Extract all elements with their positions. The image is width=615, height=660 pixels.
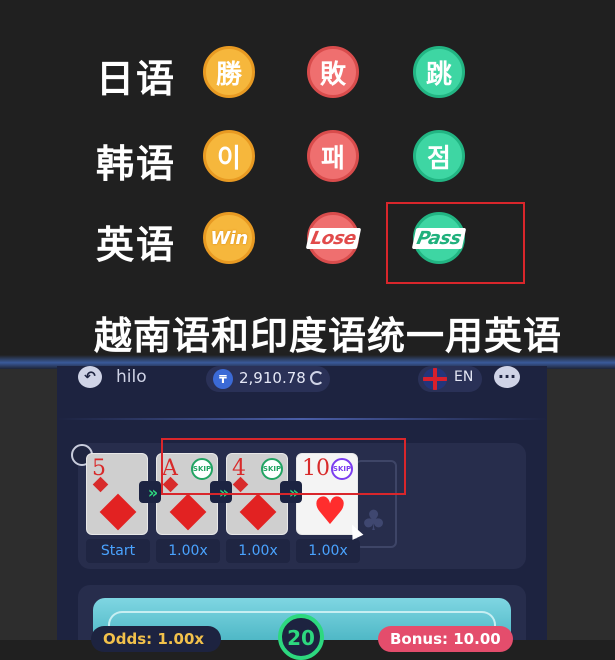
odds-pill: Odds: 1.00x (91, 626, 221, 652)
multiplier-3: 1.00x (296, 539, 360, 563)
currency-icon: ₸ (213, 369, 233, 389)
refresh-icon[interactable] (310, 371, 324, 385)
uk-flag-icon (423, 368, 447, 390)
bonus-pill: Bonus: 10.00 (378, 626, 513, 652)
diamond-icon (239, 493, 277, 531)
language-note: 越南语和印度语统一用英语 (94, 314, 563, 358)
coin-text: Win (210, 227, 248, 249)
row-label-korean: 韩语 (96, 142, 177, 186)
row-label-japanese: 日语 (96, 57, 177, 101)
row-label-english: 英语 (96, 223, 177, 267)
pass-highlight-box (386, 202, 525, 284)
coin-text: 패 (321, 143, 345, 174)
coin-text: Lose (305, 227, 361, 249)
game-title: hilo (116, 367, 147, 387)
club-icon: ♣ (361, 504, 387, 537)
english-lose-coin: Lose (305, 212, 361, 264)
language-label: EN (454, 369, 474, 385)
countdown-timer: 20 (278, 614, 324, 660)
heart-icon: ♥ (313, 489, 348, 533)
right-margin (547, 369, 615, 640)
header-divider (57, 418, 547, 420)
english-win-coin: Win (203, 212, 255, 264)
coin-text: 이 (217, 143, 241, 174)
double-chevron-icon: » (139, 481, 161, 503)
japanese-win-coin: 勝 (203, 46, 255, 98)
japanese-lose-coin: 敗 (307, 46, 359, 98)
multiplier-start: Start (86, 539, 150, 563)
balance-value: 2,910.78 (239, 369, 306, 387)
back-icon[interactable]: ↶ (78, 366, 102, 388)
coin-text: 勝 (215, 59, 242, 90)
coin-text: 점 (427, 143, 451, 174)
left-margin (0, 369, 57, 640)
multiplier-2: 1.00x (226, 539, 290, 563)
diamond-icon (99, 493, 137, 531)
korean-lose-coin: 패 (307, 130, 359, 182)
coin-text: 敗 (319, 59, 346, 90)
korean-win-coin: 이 (203, 130, 255, 182)
skip-highlight-box (161, 438, 406, 495)
japanese-pass-coin: 跳 (413, 46, 465, 98)
korean-pass-coin: 점 (413, 130, 465, 182)
multiplier-1: 1.00x (156, 539, 220, 563)
diamond-icon (169, 493, 207, 531)
coin-text: 跳 (425, 59, 452, 90)
more-icon[interactable]: ··· (494, 366, 520, 388)
